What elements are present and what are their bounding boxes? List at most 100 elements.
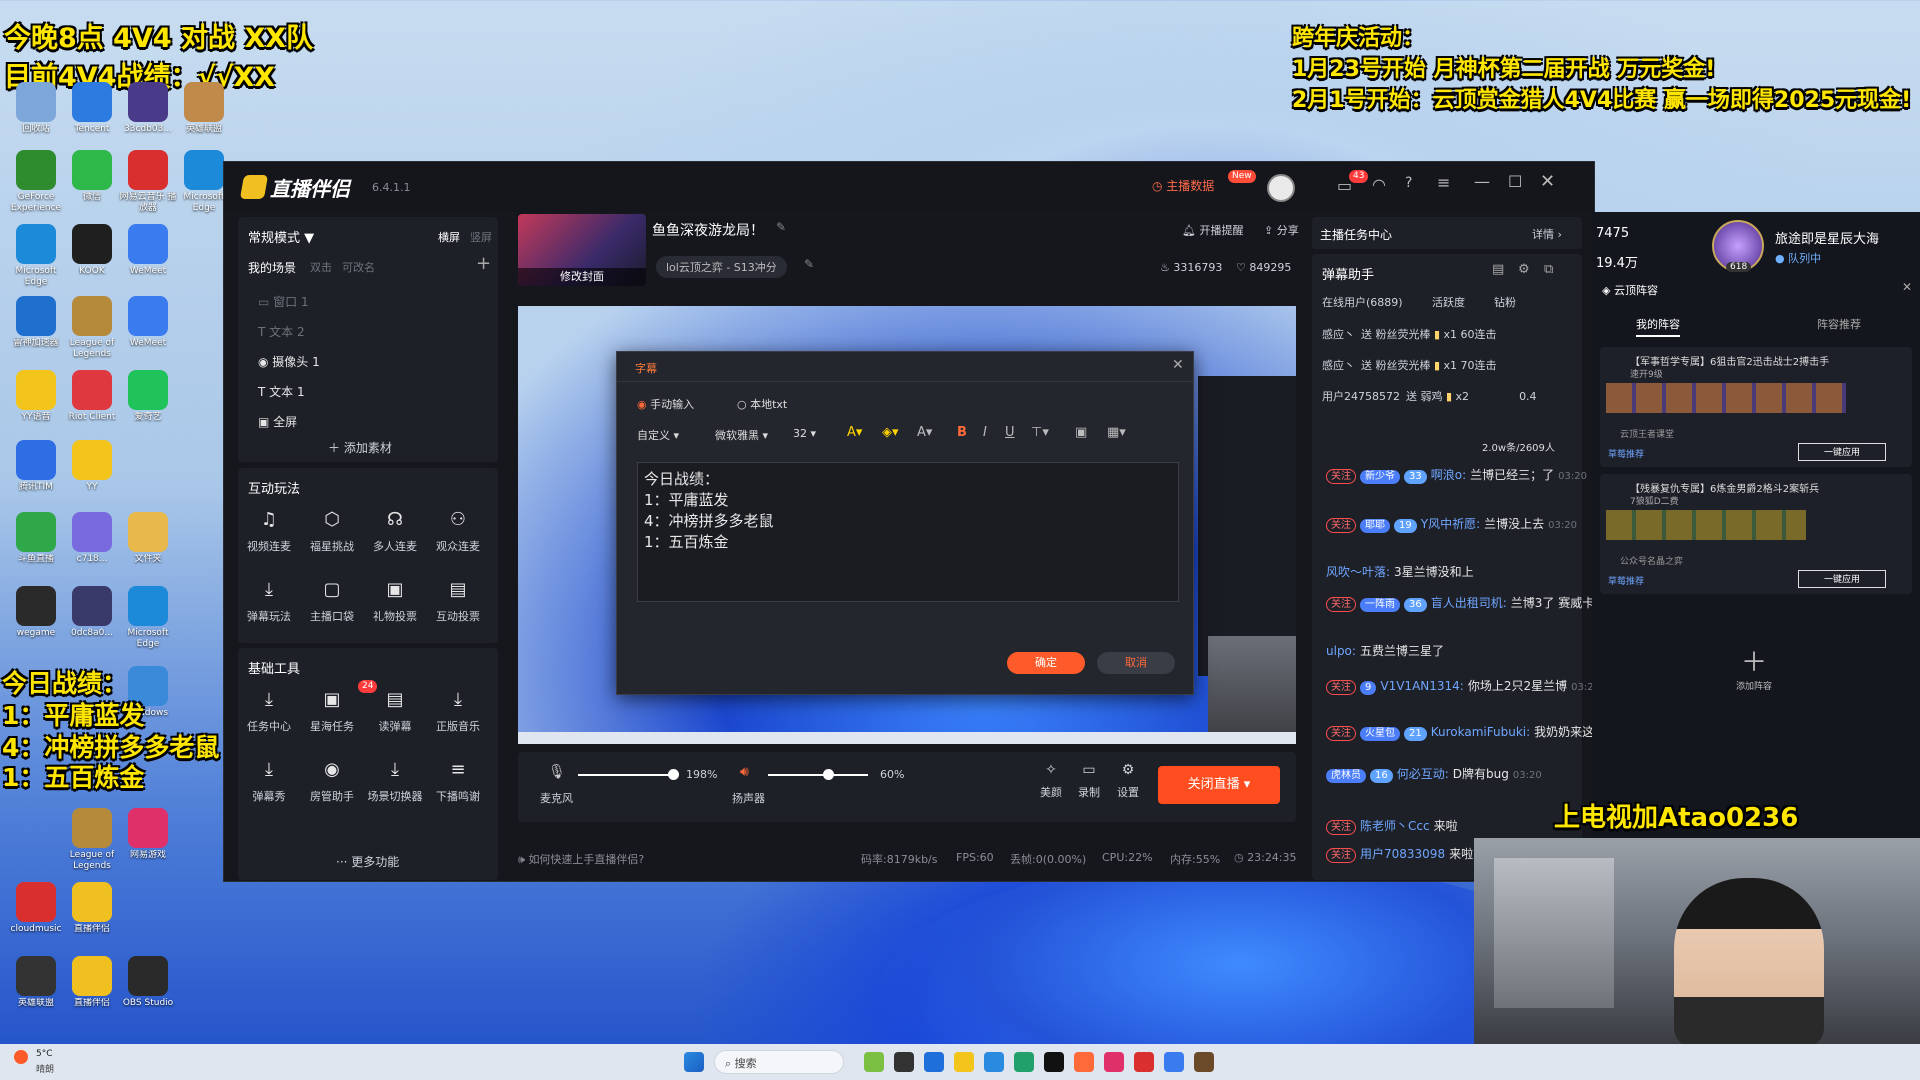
desktop-icon[interactable]: League of Legends	[60, 296, 124, 368]
desktop-icon[interactable]: 雷神加速器	[4, 296, 68, 368]
desktop-icon[interactable]: WeMeet	[116, 296, 180, 368]
ok-button[interactable]: 确定	[1007, 652, 1085, 674]
image-icon[interactable]: ▣	[1075, 425, 1087, 440]
mic-icon[interactable]: 🎙︎	[548, 764, 566, 780]
follow-tag[interactable]: 关注	[1326, 848, 1356, 863]
preset-select[interactable]: 自定义 ▾	[637, 427, 679, 443]
source-item[interactable]: T 文本 1	[258, 383, 305, 400]
mode-selector[interactable]: 常规模式 ▼	[248, 227, 314, 246]
portrait-toggle[interactable]: 竖屏	[470, 229, 492, 245]
speaker-slider-track[interactable]	[768, 774, 868, 776]
comp-card-2[interactable]: 【残暴复仇专属】6炼金男爵2格斗2案斩兵 7狼狐D二费 公众号名晶之弈 草莓推荐…	[1600, 474, 1912, 594]
danmu-popout-icon[interactable]: ⧉	[1544, 262, 1553, 277]
desktop-icon[interactable]: Tencent	[60, 82, 124, 154]
desktop-icon[interactable]: YY语音	[4, 370, 68, 442]
source-item[interactable]: ◉ 摄像头 1	[258, 353, 320, 370]
danmu-tab[interactable]: 在线用户(6889)	[1322, 294, 1403, 310]
tool-button[interactable]: ♫ 视频连麦	[238, 506, 300, 554]
taskbar-app-icon[interactable]	[1134, 1052, 1154, 1072]
desktop-icon[interactable]: cloudmusic	[4, 882, 68, 954]
taskbar-app-icon[interactable]	[1164, 1052, 1184, 1072]
settings-button[interactable]: ⚙ 设置	[1110, 762, 1146, 800]
desktop-icon[interactable]: 直播伴侣	[60, 882, 124, 954]
stream-cover[interactable]: 修改封面	[518, 214, 646, 286]
weather-icon[interactable]	[14, 1050, 28, 1064]
bg-color-icon[interactable]: ◈▾	[882, 425, 899, 440]
taskbar-app-icon[interactable]	[984, 1052, 1004, 1072]
close-live-button[interactable]: 关闭直播 ▾	[1158, 766, 1280, 804]
desktop-icon[interactable]: 33cdb03...	[116, 82, 180, 154]
panel-close-icon[interactable]: ✕	[1902, 280, 1912, 294]
desktop-icon[interactable]: OBS Studio	[116, 956, 180, 1028]
follow-tag[interactable]: 关注	[1326, 820, 1356, 835]
tool-button[interactable]: ▢ 主播口袋	[301, 576, 363, 624]
taskbar-app-icon[interactable]	[1104, 1052, 1124, 1072]
tab-my-comps[interactable]: 我的阵容	[1636, 316, 1680, 337]
task-detail-link[interactable]: 详情 ›	[1532, 226, 1562, 242]
italic-icon[interactable]: I	[983, 425, 987, 440]
tool-button[interactable]: ≡ 下播鸣谢	[427, 756, 489, 804]
underline-icon[interactable]: U	[1005, 425, 1015, 440]
tool-button[interactable]: ⤓ 弹幕玩法	[238, 576, 300, 624]
desktop-icon[interactable]: 0dc8a0...	[60, 586, 124, 658]
more-features-button[interactable]: ··· 更多功能	[336, 853, 399, 870]
taskbar-app-icon[interactable]	[954, 1052, 974, 1072]
tool-button[interactable]: ◉ 房管助手	[301, 756, 363, 804]
tool-button[interactable]: ⤓ 任务中心	[238, 686, 300, 734]
follow-tag[interactable]: 关注	[1326, 597, 1356, 612]
follow-tag[interactable]: 关注	[1326, 518, 1356, 533]
desktop-icon[interactable]: c718...	[60, 512, 124, 584]
danmu-list-icon[interactable]: ▤	[1492, 262, 1504, 277]
tool-button[interactable]: ⬡ 福星挑战	[301, 506, 363, 554]
source-item[interactable]: ▣ 全屏	[258, 413, 297, 430]
desktop-icon[interactable]: 英雄联盟	[4, 956, 68, 1028]
bold-icon[interactable]: B	[957, 425, 967, 440]
desktop-icon[interactable]: 回收站	[4, 82, 68, 154]
radio-manual[interactable]: ◉ 手动输入	[637, 396, 694, 412]
dialog-close-icon[interactable]: ✕	[1172, 357, 1184, 373]
help-icon[interactable]: ?	[1405, 175, 1412, 191]
desktop-icon[interactable]: 微信	[60, 150, 124, 222]
tool-button[interactable]: ▤ 读弹幕	[364, 686, 426, 734]
edit-title-icon[interactable]: ✎	[776, 220, 786, 234]
font-color-icon[interactable]: A▾	[847, 425, 862, 440]
anchor-data-button[interactable]: ◷ 主播数据	[1152, 177, 1214, 194]
tool-button[interactable]: ⤓ 弹幕秀	[238, 756, 300, 804]
tool-button[interactable]: ▤ 互动投票	[427, 576, 489, 624]
font-select[interactable]: 微软雅黑 ▾	[715, 427, 768, 443]
taskbar-app-icon[interactable]	[924, 1052, 944, 1072]
desktop-icon[interactable]: 直播伴侣	[60, 956, 124, 1028]
follow-tag[interactable]: 关注	[1326, 469, 1356, 484]
apply-button-1[interactable]: 一键应用	[1798, 443, 1886, 461]
desktop-icon[interactable]: wegame	[4, 586, 68, 658]
follow-tag[interactable]: 关注	[1326, 680, 1356, 695]
help-link[interactable]: 🕪︎ 如何快速上手直播伴侣?	[518, 851, 644, 867]
maximize-icon[interactable]: ☐	[1508, 172, 1522, 191]
beauty-button[interactable]: ✧ 美颜	[1033, 762, 1069, 800]
add-comp-button[interactable]: ＋ 添加阵容	[1724, 642, 1784, 692]
record-button[interactable]: ▭ 录制	[1071, 762, 1107, 800]
landscape-toggle[interactable]: 横屏	[438, 229, 460, 245]
avatar[interactable]	[1267, 174, 1295, 202]
tool-button[interactable]: ⤓ 场景切换器	[364, 756, 426, 804]
danmu-tab[interactable]: 钻粉	[1494, 294, 1516, 310]
start-icon[interactable]	[684, 1052, 704, 1072]
size-select[interactable]: 32 ▾	[793, 427, 816, 440]
layout-icon[interactable]: ▦▾	[1107, 425, 1126, 440]
desktop-icon[interactable]: 网易游戏	[116, 808, 180, 880]
add-scene-icon[interactable]: +	[476, 253, 491, 274]
danmu-tab[interactable]: 活跃度	[1432, 294, 1465, 310]
tool-button[interactable]: ▣ 礼物投票	[364, 576, 426, 624]
mic-slider-handle[interactable]	[668, 769, 679, 780]
tool-button[interactable]: ☊ 多人连麦	[364, 506, 426, 554]
desktop-icon[interactable]: 文件夹	[116, 512, 180, 584]
desktop-icon[interactable]: YY	[60, 440, 124, 512]
line-spacing-icon[interactable]: ⊤▾	[1031, 425, 1049, 440]
cancel-button[interactable]: 取消	[1097, 652, 1175, 674]
stream-category[interactable]: lol云顶之弈 - S13冲分	[656, 256, 787, 278]
desktop-icon[interactable]: League of Legends	[60, 808, 124, 880]
desktop-icon[interactable]: Riot Client	[60, 370, 124, 442]
source-item[interactable]: ▭ 窗口 1	[258, 293, 309, 310]
tool-button[interactable]: ▣ 星海任务	[301, 686, 363, 734]
desktop-icon[interactable]: 斗鱼直播	[4, 512, 68, 584]
